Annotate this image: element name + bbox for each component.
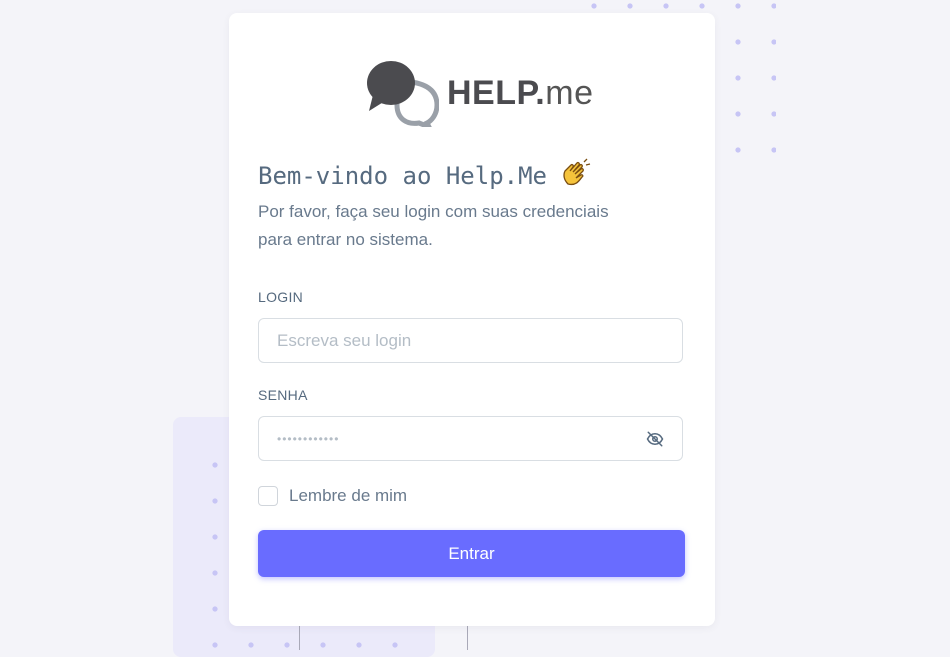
- welcome-title: Bem-vindo ao Help.Me: [258, 162, 547, 190]
- welcome-heading: Bem-vindo ao Help.Me: [258, 157, 591, 195]
- login-placeholder: Escreva seu login: [277, 330, 412, 350]
- password-placeholder: ••••••••••••: [277, 431, 340, 446]
- logo-text-light: me: [545, 73, 594, 112]
- eye-off-icon[interactable]: [646, 430, 664, 451]
- speech-bubbles-icon: [367, 59, 439, 127]
- remember-me[interactable]: Lembre de mim: [258, 486, 407, 506]
- login-label: LOGIN: [258, 289, 304, 305]
- login-input[interactable]: Escreva seu login: [258, 318, 683, 363]
- waving-hand-icon: [559, 157, 591, 195]
- login-card: HELP.me Bem-vindo ao Help.Me Por favor, …: [229, 13, 715, 626]
- password-input[interactable]: ••••••••••••: [258, 416, 683, 461]
- login-subtitle: Por favor, faça seu login com suas crede…: [258, 198, 678, 254]
- login-submit-button[interactable]: Entrar: [258, 530, 685, 577]
- password-label: SENHA: [258, 387, 308, 403]
- brand-logo: HELP.me: [367, 57, 593, 129]
- remember-me-checkbox[interactable]: [258, 486, 278, 506]
- remember-me-label: Lembre de mim: [289, 486, 408, 505]
- subtitle-line-1: Por favor, faça seu login com suas crede…: [258, 202, 609, 221]
- subtitle-line-2: para entrar no sistema.: [258, 230, 433, 249]
- logo-text-bold: HELP.: [447, 73, 546, 112]
